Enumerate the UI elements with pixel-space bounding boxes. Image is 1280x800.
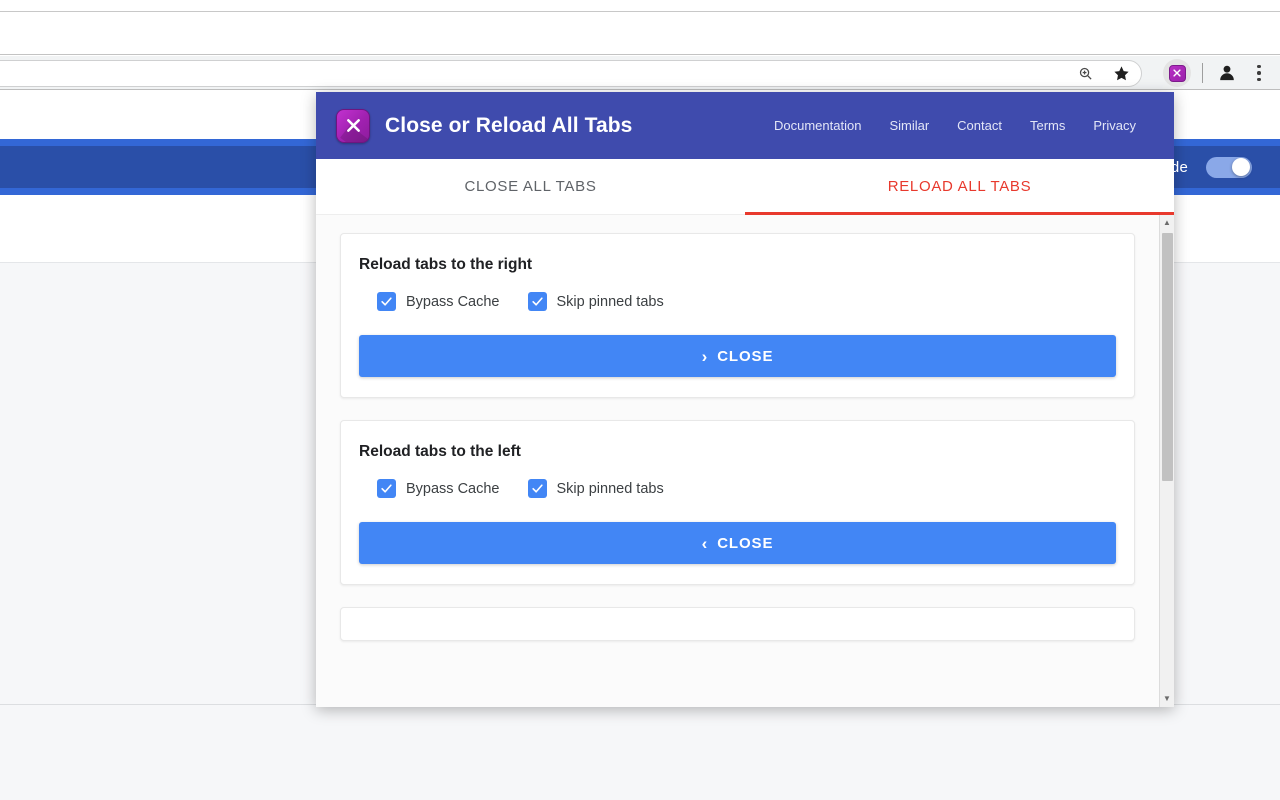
menu-dot (1257, 64, 1261, 69)
x-extension-icon (336, 108, 370, 143)
card-partial-next (340, 607, 1135, 641)
close-right-button[interactable]: › CLOSE (359, 335, 1116, 377)
tab-reload-all-tabs[interactable]: RELOAD ALL TABS (745, 159, 1174, 215)
nav-link-terms[interactable]: Terms (1030, 118, 1065, 133)
button-label: CLOSE (717, 534, 774, 552)
x-extension-icon (1168, 64, 1186, 82)
menu-dot (1257, 71, 1261, 75)
extension-popup: Close or Reload All Tabs Documentation S… (316, 92, 1174, 707)
checkbox-checked-icon[interactable] (377, 292, 396, 311)
popup-header: Close or Reload All Tabs Documentation S… (316, 92, 1174, 159)
nav-link-contact[interactable]: Contact (957, 118, 1002, 133)
zoom-in-icon[interactable] (1075, 64, 1095, 84)
card-options: Bypass Cache Skip pinned tabs (359, 292, 1116, 311)
extension-button-close-reload-all-tabs[interactable] (1163, 59, 1191, 87)
checkbox-checked-icon[interactable] (527, 479, 547, 498)
profile-avatar-icon[interactable] (1214, 60, 1240, 86)
card-reload-tabs-right: Reload tabs to the right Bypass Cache Sk… (340, 233, 1135, 398)
option-label: Skip pinned tabs (556, 480, 664, 497)
scrollbar-track[interactable] (1160, 231, 1175, 691)
option-label: Bypass Cache (406, 293, 500, 310)
browser-window: de Close or Reload All Tabs Documentatio… (0, 0, 1280, 800)
three-dot-menu-icon[interactable] (1246, 60, 1272, 86)
banner-label: de (1170, 158, 1188, 176)
chevron-right-icon: › (701, 346, 709, 366)
window-top-edge (0, 0, 1280, 12)
option-label: Bypass Cache (406, 480, 500, 497)
option-bypass-cache[interactable]: Bypass Cache (377, 479, 500, 498)
card-title: Reload tabs to the left (359, 443, 521, 460)
tab-close-all-tabs[interactable]: CLOSE ALL TABS (316, 159, 745, 214)
nav-link-privacy[interactable]: Privacy (1093, 118, 1136, 133)
scroll-up-arrow-icon[interactable]: ▲ (1160, 215, 1175, 231)
browser-tabstrip[interactable] (0, 13, 1280, 55)
card-reload-tabs-left: Reload tabs to the left Bypass Cache Ski… (340, 420, 1135, 585)
chevron-left-icon: ‹ (701, 533, 709, 553)
toolbar-divider (1202, 63, 1203, 83)
address-bar[interactable] (0, 60, 1142, 87)
option-label: Skip pinned tabs (556, 293, 664, 310)
popup-brand: Close or Reload All Tabs (336, 108, 774, 143)
scroll-down-arrow-icon[interactable]: ▼ (1160, 691, 1175, 707)
toggle-knob (1232, 158, 1250, 176)
option-skip-pinned-tabs[interactable]: Skip pinned tabs (527, 292, 664, 311)
scrollbar-thumb[interactable] (1161, 233, 1173, 482)
card-title: Reload tabs to the right (359, 256, 533, 273)
button-label: CLOSE (717, 347, 774, 365)
menu-dot (1257, 77, 1261, 82)
checkbox-checked-icon[interactable] (377, 479, 396, 498)
checkbox-checked-icon[interactable] (527, 292, 547, 311)
nav-link-documentation[interactable]: Documentation (774, 118, 861, 133)
popup-tabbar: CLOSE ALL TABS RELOAD ALL TABS (316, 159, 1174, 215)
toolbar-actions (1163, 56, 1272, 90)
card-options: Bypass Cache Skip pinned tabs (359, 479, 1116, 498)
popup-scrollbar[interactable]: ▲ ▼ (1159, 215, 1174, 707)
banner-toggle-switch[interactable] (1206, 156, 1252, 178)
popup-nav: Documentation Similar Contact Terms Priv… (774, 118, 1136, 133)
close-left-button[interactable]: ‹ CLOSE (359, 522, 1116, 564)
star-icon[interactable] (1111, 64, 1131, 84)
option-skip-pinned-tabs[interactable]: Skip pinned tabs (527, 479, 664, 498)
nav-link-similar[interactable]: Similar (889, 118, 929, 133)
popup-scroll-area: Reload tabs to the right Bypass Cache Sk… (316, 215, 1174, 707)
popup-title: Close or Reload All Tabs (385, 113, 633, 137)
popup-card-list: Reload tabs to the right Bypass Cache Sk… (316, 215, 1159, 707)
browser-toolbar (0, 56, 1280, 90)
option-bypass-cache[interactable]: Bypass Cache (377, 292, 500, 311)
